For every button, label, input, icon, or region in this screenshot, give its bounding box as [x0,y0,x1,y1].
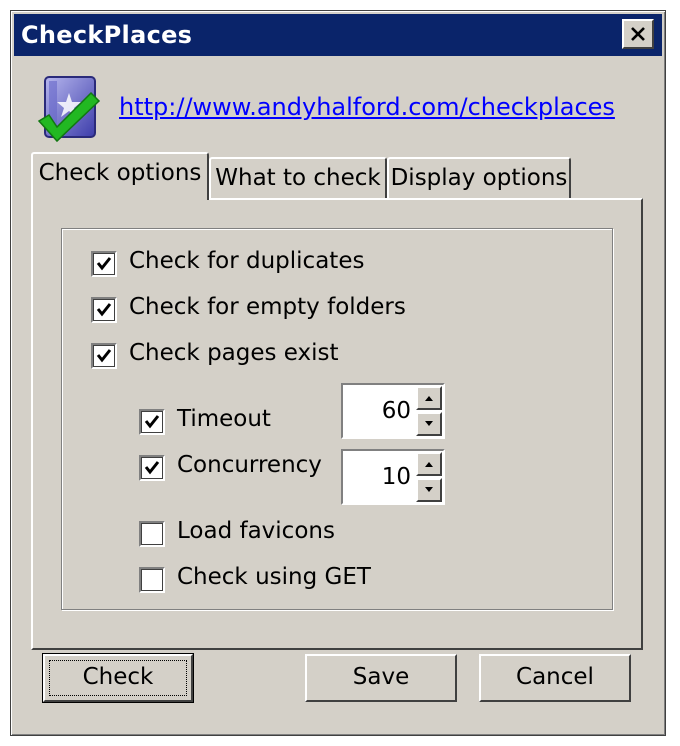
checkplaces-logo-icon [37,76,101,143]
cancel-button-label: Cancel [516,664,594,690]
pages-exist-checkbox[interactable] [91,343,117,369]
pages-exist-label: Check pages exist [129,340,339,366]
concurrency-spin-down-button[interactable] [416,478,442,502]
save-button[interactable]: Save [305,654,457,702]
close-icon [631,27,645,41]
checkmark-icon [96,257,112,271]
empty-folders-label: Check for empty folders [129,294,406,320]
cancel-button[interactable]: Cancel [479,654,631,702]
check-using-get-checkbox[interactable] [139,567,165,593]
check-using-get-label: Check using GET [177,564,371,590]
timeout-spin-down-button[interactable] [416,412,442,436]
check-button[interactable]: Check [42,653,194,703]
arrow-down-icon [425,421,433,426]
timeout-spinner[interactable]: 60 [341,383,445,439]
checkmark-icon [96,303,112,317]
concurrency-value[interactable]: 10 [382,464,411,490]
close-button[interactable] [622,19,654,49]
timeout-checkbox[interactable] [139,409,165,435]
arrow-up-icon [425,462,433,467]
tab-label: What to check [215,165,381,191]
checkmark-icon [144,415,160,429]
focus-rectangle [49,660,187,696]
arrow-down-icon [425,487,433,492]
concurrency-spinner[interactable]: 10 [341,449,445,505]
duplicates-label: Check for duplicates [129,248,365,274]
tab-label: Check options [38,160,202,186]
duplicates-checkbox[interactable] [91,251,117,277]
tab-what-to-check[interactable]: What to check [209,157,387,199]
tab-display-options[interactable]: Display options [387,157,571,199]
timeout-spin-up-button[interactable] [416,386,442,410]
arrow-up-icon [425,396,433,401]
checkmark-icon [144,461,160,475]
homepage-link[interactable]: http://www.andyhalford.com/checkplaces [119,93,615,121]
empty-folders-checkbox[interactable] [91,297,117,323]
tab-label: Display options [390,165,568,191]
window-title: CheckPlaces [21,21,193,49]
timeout-value[interactable]: 60 [382,398,411,424]
title-bar[interactable]: CheckPlaces [14,14,662,56]
concurrency-label: Concurrency [177,452,322,478]
load-favicons-label: Load favicons [177,518,335,544]
load-favicons-checkbox[interactable] [139,521,165,547]
save-button-label: Save [352,664,410,690]
concurrency-checkbox[interactable] [139,455,165,481]
checkmark-icon [96,349,112,363]
timeout-label: Timeout [177,406,271,432]
checkplaces-window: CheckPlaces http://www.andyhalford.com/c… [10,10,666,736]
concurrency-spin-up-button[interactable] [416,452,442,476]
tab-check-options[interactable]: Check options [31,152,209,200]
